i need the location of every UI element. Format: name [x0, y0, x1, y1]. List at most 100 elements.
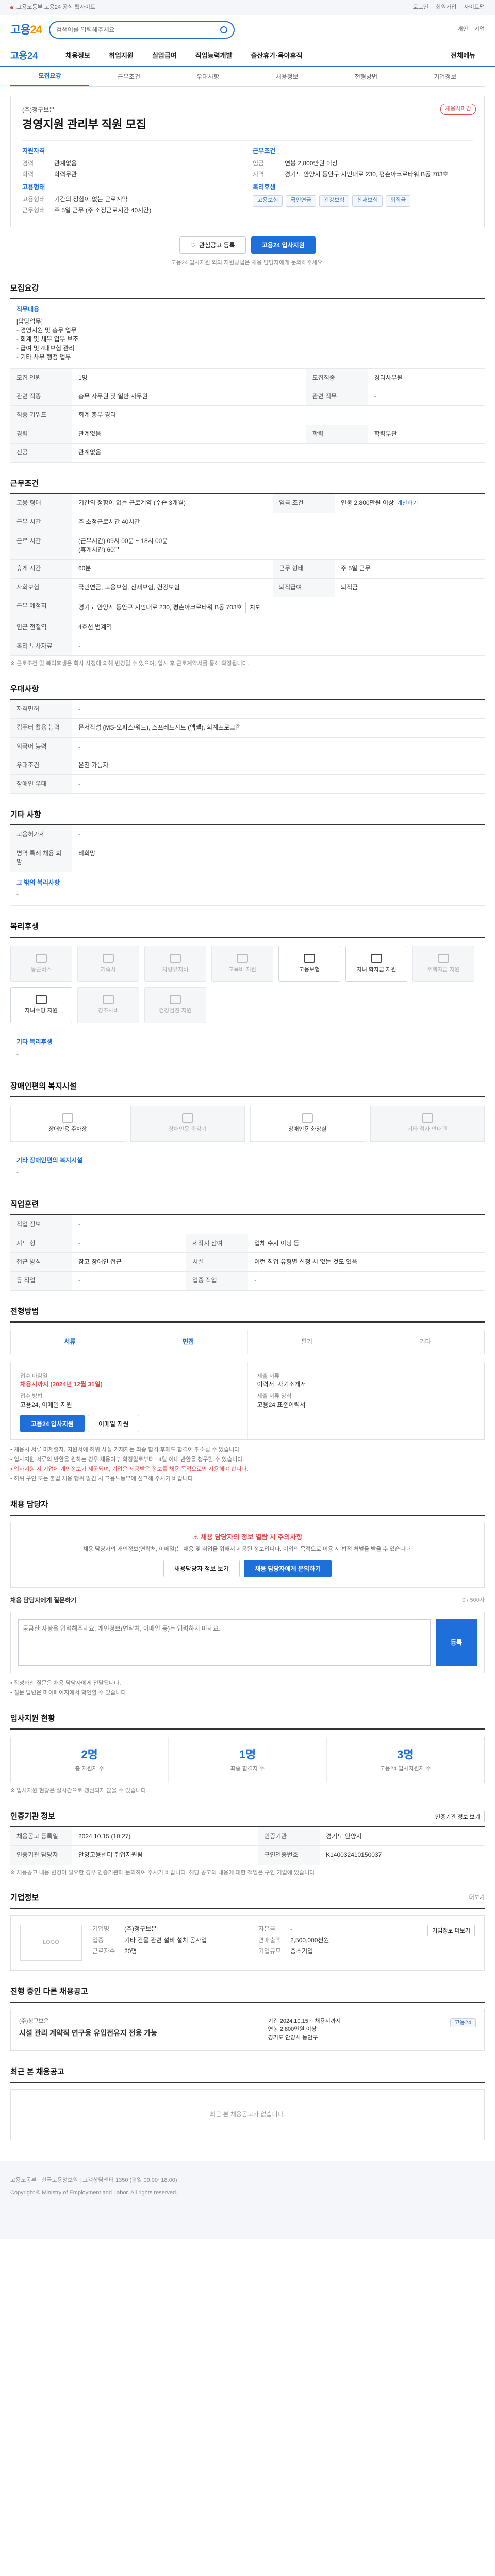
tab-hiring[interactable]: 채용정보: [248, 73, 326, 86]
recent-section: 최근 본 채용공고 최근 본 채용공고가 없습니다.: [10, 2066, 485, 2140]
step-interview: 면접: [129, 1330, 248, 1354]
house-icon: [438, 954, 449, 963]
section-title: 진행 중인 다른 채용공고: [10, 1986, 485, 2003]
search-bar: [48, 21, 235, 39]
email-apply-button[interactable]: 이메일 지원: [87, 1415, 140, 1433]
extra-table: 고용허가제 - 병역 특례 채용 희망 비희망: [10, 825, 485, 872]
contact-box: ⚠ 채용 담당자의 정보 열람 시 주의사항 채용 담당자의 개인정보(연락처,…: [10, 1521, 485, 1588]
cert-section: 인증기관 정보 인증기관 정보 보기 채용공고 등록일 2024.10.15 (1…: [10, 1810, 485, 1877]
recent-empty: 최근 본 채용공고가 없습니다.: [10, 2089, 485, 2140]
preferences-section: 우대사항 자격면허 - 컴퓨터 활용 능력 문서작성 (MS-오피스/워드), 스프…: [10, 684, 485, 794]
related-job-card[interactable]: (주)청구보은 시설 관리 계약직 연구용 유입전유지 전용 가능 기간 202…: [10, 2008, 485, 2051]
warning-icon: ⚠: [192, 1533, 201, 1541]
company-name[interactable]: (주)청구보은: [22, 106, 473, 114]
welfare-tile: 차량유지비: [144, 946, 206, 982]
salary-calc-link[interactable]: 계산하기: [397, 500, 418, 506]
login-link[interactable]: 로그인: [413, 4, 428, 12]
extra-welfare: 그 밖의 복리사항 -: [10, 872, 485, 906]
car-icon: [170, 954, 181, 963]
welfare-tile: 주택자금 지원: [412, 946, 474, 982]
question-input[interactable]: [18, 1619, 431, 1666]
step-other: 기타: [419, 1337, 431, 1345]
nav-all-menu[interactable]: 전체메뉴: [441, 51, 485, 61]
job-header-card: 채용시마감 (주)청구보은 경영지원 관리부 직원 모집 지원자격 경력 관계없음…: [10, 96, 485, 227]
tab-conditions[interactable]: 근무조건: [89, 73, 168, 86]
company-card: LOGO 기업명 (주)청구보은 업종 기타 건물 관련 설비 설치 공사업 근로자…: [10, 1915, 485, 1971]
bus-icon: [36, 954, 47, 963]
source-badge: 고용24: [450, 2018, 476, 2027]
company-more-link[interactable]: 더보기: [469, 1894, 485, 1902]
menu-individual[interactable]: 개인: [458, 26, 468, 34]
process-steps: 서류 면접 필기 기타: [10, 1329, 485, 1354]
section-title: 인증기관 정보: [10, 1811, 55, 1821]
welfare-tile: 건강검진 지원: [144, 987, 206, 1024]
tab-requirements[interactable]: 모집요강: [10, 72, 90, 86]
book-icon: [237, 954, 248, 963]
step-written: 필기: [248, 1330, 367, 1354]
section-title: 복리후생: [10, 921, 485, 938]
scrap-button[interactable]: ♡ 관심공고 등록: [179, 236, 246, 254]
contact-section: 채용 담당자 ⚠ 채용 담당자의 정보 열람 시 주의사항 채용 담당자의 개인…: [10, 1499, 485, 1698]
other-welfare: 기타 복리후생 -: [10, 1031, 485, 1065]
company-detail-button[interactable]: 기업정보 더보기: [427, 1925, 475, 1937]
menu-company[interactable]: 기업: [474, 26, 485, 34]
welfare-section: 복리후생 통근버스 기숙사 차량유지비 교육비 지원 고용보험 자녀 학자금 지…: [10, 921, 485, 1065]
tab-company[interactable]: 기업정보: [406, 73, 485, 86]
welfare-chip: 국민연금: [286, 195, 316, 207]
welfare-tile: 고용보험: [278, 946, 340, 982]
map-button[interactable]: 지도: [245, 602, 265, 614]
welfare-tile: 자녀 학자금 지원: [345, 946, 407, 982]
search-icon[interactable]: [220, 26, 227, 33]
requirements-table: 모집 인원 1명 모집직종 경리사무원 관련 직종 총무 사무원 및 일반 사무원 관련 …: [10, 368, 485, 463]
sitemap-link[interactable]: 사이트맵: [464, 4, 485, 12]
footer: 고용노동부 · 한국고용정보원 | 고객상담센터 1350 (평일 09:00~…: [0, 2160, 495, 2239]
welfare-tile: 경조사비: [77, 987, 139, 1024]
welfare-chip: 건강보험: [319, 195, 350, 207]
cert-table: 채용공고 등록일 2024.10.15 (10:27) 인증기관 경기도 안양시 인증…: [10, 1827, 485, 1865]
braille-icon: [421, 1113, 433, 1123]
nav-item-leave[interactable]: 출산휴가·육아휴직: [241, 51, 311, 61]
brand-header: 고용24 개인 기업: [0, 15, 495, 44]
facility-tile: 장애인용 승강기: [130, 1105, 245, 1142]
restroom-icon: [302, 1113, 314, 1123]
tab-process[interactable]: 전형방법: [326, 73, 405, 86]
welfare-chip: 산재보험: [352, 195, 383, 207]
section-title: 채용 담당자: [10, 1499, 485, 1516]
nav-item-training[interactable]: 직업능력개발: [186, 51, 242, 61]
welfare-grid: 통근버스 기숙사 차량유지비 교육비 지원 고용보험 자녀 학자금 지원 주택자…: [10, 938, 485, 1031]
extra-section: 기타 사항 고용허가제 - 병역 특례 채용 희망 비희망 그 밖의 복리사항 -: [10, 809, 485, 906]
top-bar: 고용노동부 고용24 공식 웹사이트 로그인 회원가입 사이트맵: [0, 0, 495, 15]
char-count: 0 / 500자: [462, 1597, 485, 1604]
welfare-tile: 통근버스: [10, 946, 72, 982]
nav-item-benefit[interactable]: 실업급여: [143, 51, 186, 61]
ask-contact-button[interactable]: 채용 담당자에게 문의하기: [243, 1560, 332, 1578]
section-title: 전형방법: [10, 1306, 485, 1323]
cert-info-button[interactable]: 인증기관 정보 보기: [430, 1810, 485, 1822]
apply-button-2[interactable]: 고용24 입사지원: [20, 1415, 85, 1433]
apply-note: 고용24 입사지원 외의 지원방법은 채용 담당자에게 문의해주세요.: [171, 259, 324, 266]
view-contact-button[interactable]: 채용담당자 정보 보기: [163, 1560, 240, 1578]
section-title: 기타 사항: [10, 809, 485, 826]
nav-item-support[interactable]: 취업지원: [100, 51, 143, 61]
nav-logo[interactable]: 고용24: [10, 49, 38, 62]
step-document: 서류: [11, 1330, 129, 1354]
nav-item-jobs[interactable]: 채용정보: [56, 51, 100, 61]
search-input[interactable]: [56, 26, 216, 33]
requirements-section: 모집요강 직무내용 [담당업무] - 경영지원 및 총무 업무 - 회계 및 세무…: [10, 283, 485, 463]
apply-info-box: 접수 마감일 채용시까지 (2024년 12월 31일) 접수 방법 고용24,…: [10, 1361, 485, 1440]
stats-box: 2명 총 지원자 수 1명 최종 합격자 수 3명 고용24 입사지원자 수: [10, 1736, 485, 1783]
related-job-title[interactable]: 시설 관리 계약직 연구용 유입전유지 전용 가능: [19, 2028, 251, 2038]
process-section: 전형방법 서류 면접 필기 기타 접수 마감일 채용시까지 (2024년 12월…: [10, 1306, 485, 1484]
facility-tile: 장애인용 화장실: [250, 1105, 365, 1142]
company-section: 기업정보 더보기 LOGO 기업명 (주)청구보은 업종 기타 건물 관련 설비 설…: [10, 1892, 485, 1971]
submit-question-button[interactable]: 등록: [436, 1619, 477, 1666]
dorm-icon: [103, 954, 114, 963]
welfare-tile: 교육비 지원: [211, 946, 273, 982]
gift-icon: [103, 995, 114, 1005]
tab-preferences[interactable]: 우대사항: [169, 73, 248, 86]
apply-button[interactable]: 고용24 입사지원: [251, 236, 316, 254]
child-icon: [36, 995, 47, 1005]
join-link[interactable]: 회원가입: [436, 4, 456, 12]
site-logo[interactable]: 고용24: [10, 22, 42, 38]
disability-grid: 장애인용 주차장 장애인용 승강기 장애인용 화장실 기타 점자 안내판: [10, 1097, 485, 1150]
